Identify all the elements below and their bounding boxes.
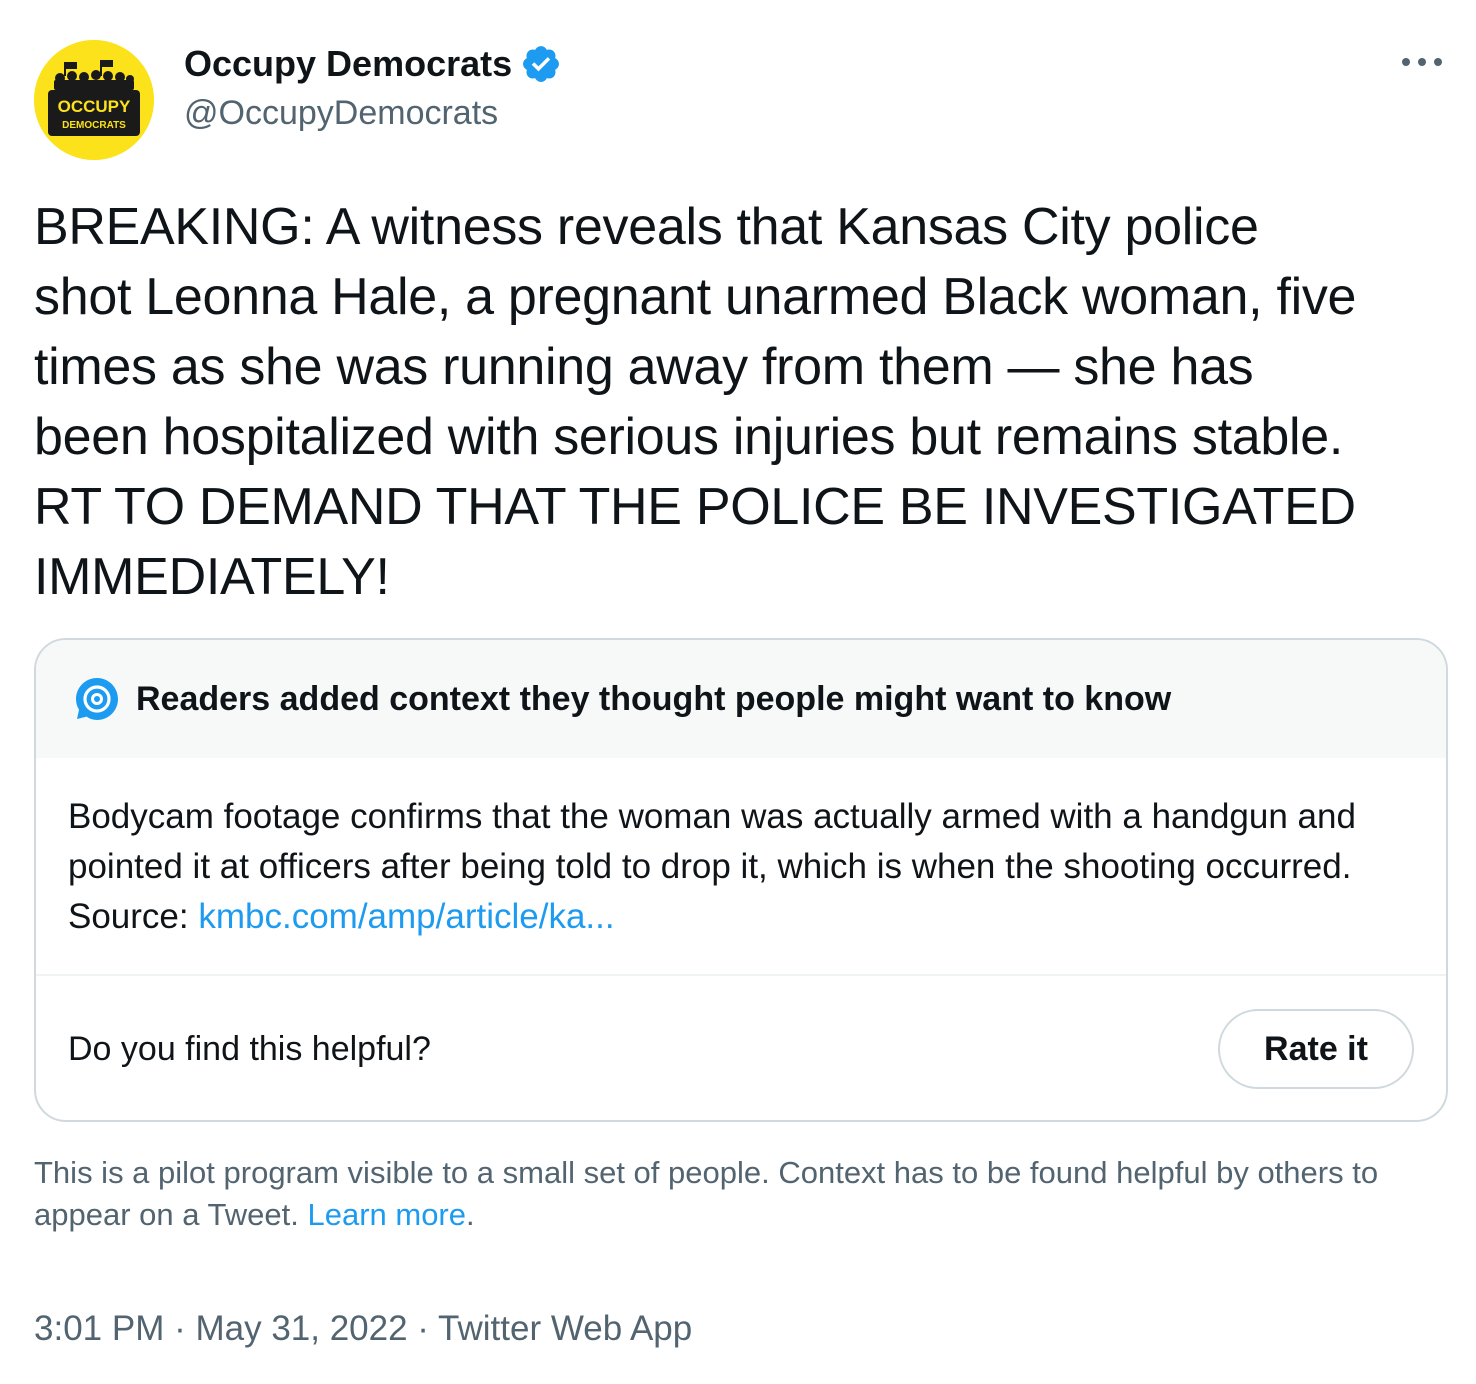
pilot-end: . <box>466 1197 475 1232</box>
tweet-date[interactable]: May 31, 2022 <box>195 1309 407 1348</box>
note-header: Readers added context they thought peopl… <box>36 640 1446 758</box>
display-name-row: Occupy Democrats <box>184 42 562 86</box>
tweet-header: OCCUPY DEMOCRATS Occupy Democrats @Occup… <box>34 28 1446 160</box>
more-dot <box>1418 58 1426 66</box>
rate-it-button[interactable]: Rate it <box>1218 1009 1414 1089</box>
birdwatch-icon <box>74 676 120 722</box>
tweet-source: Twitter Web App <box>438 1309 693 1348</box>
helpful-question: Do you find this helpful? <box>68 1029 431 1068</box>
meta-separator: · <box>164 1309 196 1348</box>
pilot-program-notice: This is a pilot program visible to a sma… <box>34 1152 1434 1236</box>
note-source-link[interactable]: kmbc.com/amp/article/ka... <box>198 897 614 936</box>
note-body: Bodycam footage confirms that the woman … <box>36 758 1446 974</box>
more-options-icon[interactable] <box>1398 46 1446 78</box>
tweet-metadata: 3:01 PM · May 31, 2022 · Twitter Web App <box>34 1304 692 1354</box>
more-dot <box>1402 58 1410 66</box>
community-note: Readers added context they thought peopl… <box>34 638 1448 1122</box>
avatar[interactable]: OCCUPY DEMOCRATS <box>34 40 154 160</box>
note-footer: Do you find this helpful? Rate it <box>36 976 1446 1120</box>
display-name[interactable]: Occupy Democrats <box>184 42 512 86</box>
avatar-logo: OCCUPY DEMOCRATS <box>34 40 154 160</box>
learn-more-link[interactable]: Learn more <box>307 1197 466 1232</box>
author-names: Occupy Democrats @OccupyDemocrats <box>184 42 562 138</box>
more-dot <box>1434 58 1442 66</box>
verified-badge-icon <box>520 43 562 85</box>
pilot-text: This is a pilot program visible to a sma… <box>34 1155 1379 1232</box>
avatar-text-bottom: DEMOCRATS <box>62 120 126 131</box>
meta-separator: · <box>407 1309 439 1348</box>
note-title: Readers added context they thought peopl… <box>136 679 1172 718</box>
tweet-text: BREAKING: A witness reveals that Kansas … <box>34 198 1357 606</box>
author-handle[interactable]: @OccupyDemocrats <box>184 88 562 138</box>
avatar-text-top: OCCUPY <box>58 97 131 116</box>
tweet-time[interactable]: 3:01 PM <box>34 1309 164 1348</box>
